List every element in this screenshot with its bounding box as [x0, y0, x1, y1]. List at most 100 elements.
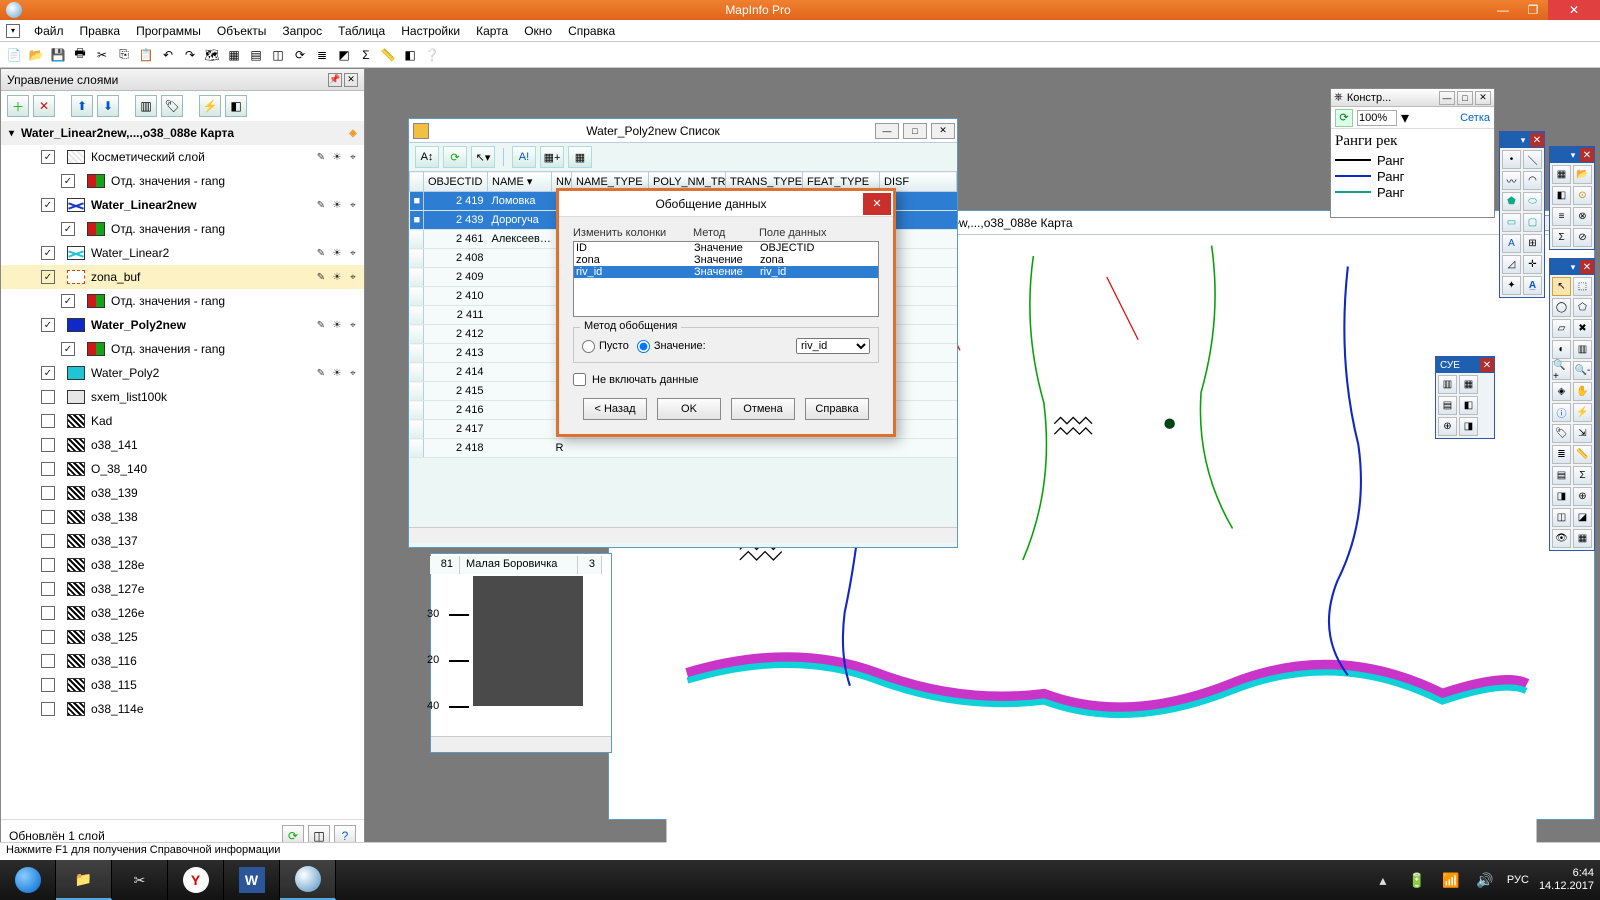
tool-open[interactable]: 📂 — [1573, 165, 1592, 184]
visibility-checkbox[interactable] — [41, 270, 55, 284]
tool-text[interactable]: A — [1502, 234, 1521, 253]
structure-button[interactable]: ▦ — [568, 146, 592, 168]
maximize-button[interactable]: ❐ — [1518, 0, 1548, 20]
layer-item[interactable]: Water_Linear2 ✎☀⌖ — [1, 241, 364, 265]
visibility-checkbox[interactable] — [61, 222, 75, 236]
cye-d[interactable]: ◧ — [1459, 396, 1478, 415]
visibility-checkbox[interactable] — [41, 702, 55, 716]
close-button[interactable]: ✕ — [1548, 0, 1600, 20]
visibility-checkbox[interactable] — [61, 174, 75, 188]
legend-zoom-input[interactable] — [1357, 110, 1397, 126]
palette-close-icon[interactable]: ✕ — [1480, 358, 1494, 372]
browser-close-button[interactable]: ✕ — [931, 123, 955, 139]
layer-item[interactable]: Отд. значения - rang — [1, 217, 364, 241]
task-word[interactable]: W — [224, 860, 280, 900]
tool-arc[interactable]: ◠ — [1523, 171, 1542, 190]
cancel-button[interactable]: Отмена — [731, 398, 795, 420]
browser-min-button[interactable]: — — [875, 123, 899, 139]
layer-item[interactable]: Water_Linear2new ✎☀⌖ — [1, 193, 364, 217]
layer-item[interactable]: o38_114e — [1, 697, 364, 721]
tool-drag-window[interactable]: ⇲ — [1573, 424, 1592, 443]
overview-image[interactable] — [473, 576, 583, 706]
menu-table[interactable]: Таблица — [330, 22, 393, 40]
tool-clip-on[interactable]: ◫ — [1552, 508, 1571, 527]
browser-hscroll[interactable] — [409, 527, 957, 543]
palette-cye[interactable]: СУЕ ✕ ▥▦▤ ◧⊕◨ — [1435, 356, 1495, 439]
visibility-checkbox[interactable] — [61, 294, 75, 308]
tb-paste[interactable]: 📋 — [136, 45, 156, 65]
move-up-button[interactable]: ⬆ — [71, 95, 93, 117]
menu-edit[interactable]: Правка — [72, 22, 129, 40]
tool-roundrect[interactable]: ▢ — [1523, 213, 1542, 232]
tray-lang[interactable]: РУС — [1507, 874, 1529, 886]
tool-assign[interactable]: ⊕ — [1573, 487, 1592, 506]
theme-button[interactable]: ◧ — [225, 95, 247, 117]
tool-open-table[interactable]: ▦ — [1552, 165, 1571, 184]
visibility-checkbox[interactable] — [41, 150, 55, 164]
layer-item[interactable]: o38_115 — [1, 673, 364, 697]
tool-show-hide[interactable]: 👁 — [1552, 529, 1571, 548]
layer-item[interactable]: zona_buf ✎☀⌖ — [1, 265, 364, 289]
list-item[interactable]: IDЗначениеOBJECTID — [574, 242, 878, 254]
tool-ellipse[interactable]: ⬭ — [1523, 192, 1542, 211]
tool-clip-off[interactable]: ◪ — [1573, 508, 1592, 527]
menu-query[interactable]: Запрос — [274, 22, 330, 40]
column-header[interactable] — [410, 172, 424, 192]
value-select[interactable]: riv_id — [796, 338, 870, 354]
tool-table[interactable]: ▦ — [1573, 529, 1592, 548]
layer-item[interactable]: Water_Poly2new ✎☀⌖ — [1, 313, 364, 337]
tb-statistics[interactable]: Σ — [356, 45, 376, 65]
menu-window[interactable]: Окно — [516, 22, 560, 40]
layer-item[interactable]: o38_128e — [1, 553, 364, 577]
font-button[interactable]: A! — [512, 146, 536, 168]
tool-polyline[interactable]: 〰 — [1502, 171, 1521, 190]
tool-reshape[interactable]: ◿ — [1502, 255, 1521, 274]
task-ie[interactable] — [0, 860, 56, 900]
visibility-checkbox[interactable] — [41, 414, 55, 428]
tb-browser[interactable]: ▦ — [224, 45, 244, 65]
tb-open[interactable]: 📂 — [26, 45, 46, 65]
browser-max-button[interactable]: □ — [903, 123, 927, 139]
help-button[interactable]: Справка — [805, 398, 869, 420]
visibility-checkbox[interactable] — [41, 654, 55, 668]
visibility-checkbox[interactable] — [41, 486, 55, 500]
tool-polygon-select[interactable]: ⬠ — [1573, 298, 1592, 317]
tool-stats[interactable]: Σ — [1573, 466, 1592, 485]
layer-item[interactable]: Отд. значения - rang — [1, 289, 364, 313]
layer-item[interactable]: Отд. значения - rang — [1, 337, 364, 361]
tool-set-target[interactable]: ⊙ — [1573, 186, 1592, 205]
tray-battery-icon[interactable]: 🔋 — [1405, 868, 1429, 892]
minimize-button[interactable]: — — [1488, 0, 1518, 20]
tb-redraw[interactable]: ⟳ — [290, 45, 310, 65]
tool-radius-select[interactable]: ◯ — [1552, 298, 1571, 317]
tb-ruler[interactable]: 📏 — [378, 45, 398, 65]
cye-f[interactable]: ◨ — [1459, 417, 1478, 436]
tool-district[interactable]: ◨ — [1552, 487, 1571, 506]
visibility-checkbox[interactable] — [61, 342, 75, 356]
menu-objects[interactable]: Объекты — [209, 22, 275, 40]
tool-rect[interactable]: ▭ — [1502, 213, 1521, 232]
close-panel-icon[interactable]: ✕ — [344, 73, 358, 87]
legend-grid-label[interactable]: Сетка — [1460, 112, 1490, 124]
tool-invert[interactable]: ◐ — [1552, 340, 1571, 359]
legend-close-button[interactable]: ✕ — [1475, 91, 1491, 105]
palette-standard[interactable]: ▾✕ ↖⬚ ◯⬠ ▱✖ ◐▥ 🔍+🔍- ◈✋ ⓘ⚡ 🏷⇲ ≣📏 ▤Σ ◨⊕ ◫◪… — [1549, 258, 1595, 551]
tool-zoom-out[interactable]: 🔍- — [1573, 361, 1592, 380]
tool-boundary-select[interactable]: ▱ — [1552, 319, 1571, 338]
tb-layers[interactable]: ≣ — [312, 45, 332, 65]
add-field-button[interactable]: ▦+ — [540, 146, 564, 168]
visibility-checkbox[interactable] — [41, 630, 55, 644]
radio-empty[interactable]: Пусто — [582, 340, 629, 353]
visibility-checkbox[interactable] — [41, 582, 55, 596]
refresh-button[interactable]: ⟳ — [443, 146, 467, 168]
tb-save[interactable]: 💾 — [48, 45, 68, 65]
add-layer-button[interactable]: ＋ — [7, 95, 29, 117]
visibility-checkbox[interactable] — [41, 510, 55, 524]
cye-c[interactable]: ▤ — [1438, 396, 1457, 415]
menu-settings[interactable]: Настройки — [393, 22, 468, 40]
hotlinks-button[interactable]: ⚡ — [199, 95, 221, 117]
tool-info[interactable]: ⓘ — [1552, 403, 1571, 422]
task-yandex[interactable]: Y — [168, 860, 224, 900]
dialog-titlebar[interactable]: Обобщение данных ✕ — [559, 191, 893, 217]
dialog-close-button[interactable]: ✕ — [863, 193, 891, 215]
